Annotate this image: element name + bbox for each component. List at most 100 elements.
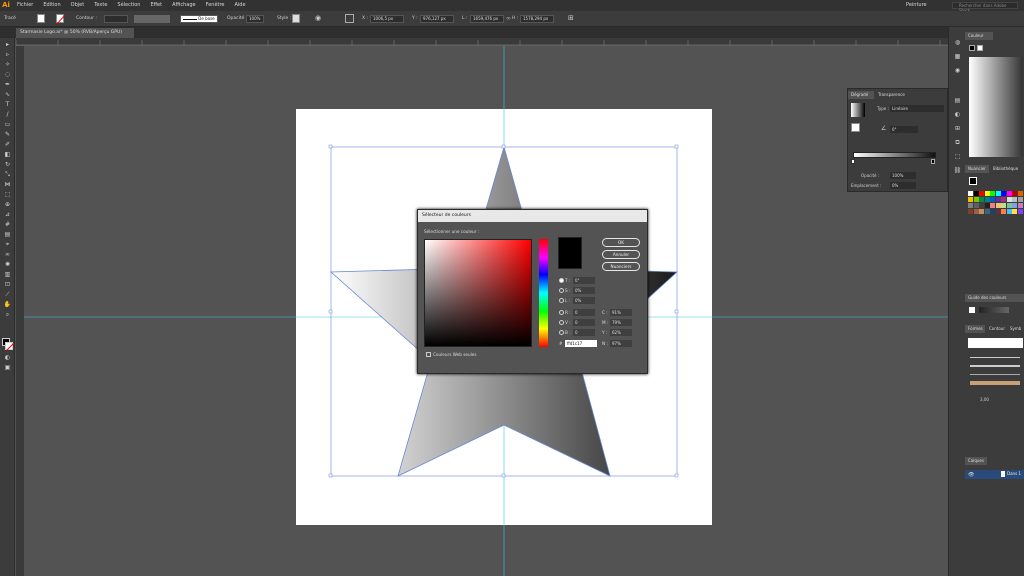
appearance-icon[interactable]: ◉ — [953, 67, 962, 74]
brightness-field[interactable]: 0% — [573, 297, 595, 304]
swatch[interactable] — [984, 197, 990, 202]
swatch[interactable] — [1001, 203, 1006, 208]
swatch[interactable] — [995, 209, 1001, 214]
gradient-stop-black[interactable] — [931, 159, 935, 164]
red-radio[interactable] — [559, 310, 564, 315]
swatch[interactable] — [984, 209, 990, 214]
layer-name[interactable]: Dans 1 — [1007, 471, 1021, 477]
swatch[interactable] — [979, 191, 984, 196]
swatch[interactable] — [1017, 203, 1023, 208]
tab-transparency[interactable]: Transparence — [875, 91, 913, 99]
gradient-type-select[interactable]: Linéaire — [890, 105, 944, 112]
swatch[interactable] — [1001, 197, 1006, 202]
layer-visibility-icon[interactable]: 👁 — [968, 472, 974, 478]
swatch[interactable] — [979, 203, 984, 208]
swatch[interactable] — [1017, 191, 1023, 196]
stop-location-field[interactable]: 0% — [890, 182, 916, 189]
swatch[interactable] — [1006, 209, 1012, 214]
swatch[interactable] — [968, 203, 973, 208]
swatches-button[interactable]: Nuanciers — [602, 262, 640, 271]
tab-libraries[interactable]: Bibliothèque — [990, 165, 1024, 173]
tab-color[interactable]: Couleur — [965, 32, 993, 40]
tab-brushes[interactable]: Formes — [965, 325, 985, 333]
align-panel-icon[interactable]: ⊞ — [953, 125, 962, 132]
blue-field[interactable]: 0 — [573, 329, 595, 336]
color-field[interactable] — [424, 239, 532, 347]
magenta-field[interactable]: 79% — [610, 319, 632, 326]
pathfinder-icon[interactable]: ⧉ — [953, 139, 962, 146]
brush-stroke-4[interactable] — [970, 381, 1020, 385]
swatch[interactable] — [990, 191, 995, 196]
layer-row[interactable]: 👁 Dans 1 — [965, 470, 1024, 479]
color-stroke-swatch[interactable] — [977, 45, 983, 51]
swatch[interactable] — [990, 197, 995, 202]
swatch[interactable] — [1017, 197, 1023, 202]
color-panel-icon[interactable]: ◍ — [953, 39, 962, 46]
swatch[interactable] — [990, 203, 995, 208]
swatch[interactable] — [1006, 191, 1012, 196]
hue-radio[interactable] — [559, 278, 564, 283]
angle-field[interactable]: 0° — [890, 126, 918, 133]
swatch[interactable] — [1012, 203, 1017, 208]
green-radio[interactable] — [559, 320, 564, 325]
tab-gradient[interactable]: Dégradé — [848, 91, 874, 99]
saturation-radio[interactable] — [559, 288, 564, 293]
green-field[interactable]: 0 — [573, 319, 595, 326]
swatch[interactable] — [1012, 197, 1017, 202]
swatch[interactable] — [1001, 191, 1006, 196]
tab-symbols[interactable]: Symb — [1007, 325, 1024, 333]
hue-slider[interactable] — [539, 239, 548, 347]
brightness-radio[interactable] — [559, 298, 564, 303]
gradient-panel-icon[interactable]: ▤ — [953, 97, 962, 104]
swatch[interactable] — [984, 191, 990, 196]
swatch[interactable] — [1012, 191, 1017, 196]
blue-radio[interactable] — [559, 330, 564, 335]
guide-harmony-strip[interactable] — [979, 307, 1009, 313]
links-icon[interactable]: ⛓ — [953, 167, 962, 174]
web-colors-checkbox[interactable] — [426, 352, 431, 357]
gradient-fill-icon[interactable] — [851, 123, 860, 132]
swatch[interactable] — [1001, 209, 1006, 214]
swatch[interactable] — [995, 203, 1001, 208]
swatch[interactable] — [968, 197, 973, 202]
swatch[interactable] — [973, 197, 979, 202]
color-spectrum[interactable] — [969, 57, 1023, 157]
swatch[interactable] — [1006, 197, 1012, 202]
saturation-field[interactable]: 0% — [573, 287, 595, 294]
gradient-stop-white[interactable] — [851, 159, 855, 164]
tab-color-guide[interactable]: Guide des couleurs — [965, 294, 1024, 302]
swatch[interactable] — [1017, 209, 1023, 214]
cancel-button[interactable]: Annuler — [602, 250, 640, 259]
brush-stroke-2[interactable] — [970, 365, 1020, 367]
swatch[interactable] — [979, 209, 984, 214]
swatch[interactable] — [984, 203, 990, 208]
tab-layers[interactable]: Calques — [965, 457, 987, 465]
ok-button[interactable]: OK — [602, 238, 640, 247]
swatch[interactable] — [968, 191, 973, 196]
color-fill-swatch[interactable] — [969, 45, 975, 51]
swatch[interactable] — [995, 197, 1001, 202]
swatch[interactable] — [995, 191, 1001, 196]
swatch[interactable] — [968, 209, 973, 214]
brush-stroke-1[interactable] — [970, 357, 1020, 358]
tab-contour[interactable]: Contour — [986, 325, 1006, 333]
yellow-field[interactable]: 62% — [610, 329, 632, 336]
tab-swatches[interactable]: Nuancier — [965, 165, 989, 173]
gradient-preview[interactable] — [851, 103, 865, 117]
brush-presets[interactable] — [968, 338, 1023, 348]
hex-field[interactable]: ffd1c17 — [565, 340, 597, 347]
dialog-title[interactable]: Sélecteur de couleurs — [418, 210, 647, 222]
transparency-icon[interactable]: ◐ — [953, 111, 962, 118]
swatch[interactable] — [990, 209, 995, 214]
swatch[interactable] — [973, 203, 979, 208]
swatch[interactable] — [979, 197, 984, 202]
transform-panel-icon[interactable]: ⬚ — [953, 153, 962, 160]
swatch[interactable] — [1012, 209, 1017, 214]
black-field[interactable]: 97% — [610, 340, 632, 347]
cyan-field[interactable]: 91% — [610, 309, 632, 316]
swatch[interactable] — [973, 191, 979, 196]
stop-opacity-field[interactable]: 100% — [890, 172, 916, 179]
swatch[interactable] — [973, 209, 979, 214]
swatch[interactable] — [1006, 203, 1012, 208]
guide-base-swatch[interactable] — [969, 307, 975, 313]
